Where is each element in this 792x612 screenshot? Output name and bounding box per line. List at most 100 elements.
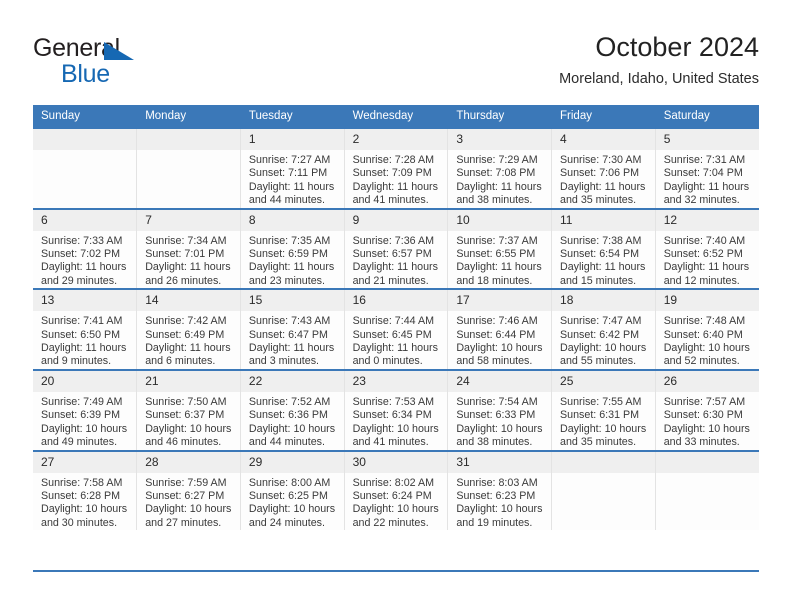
daylight-text: Daylight: 11 hours and 32 minutes. [663,180,750,207]
sunset-text: Sunset: 7:09 PM [352,167,432,180]
day-sun-info: Sunrise: 8:00 AM Sunset: 6:25 PM Daylight:… [241,473,344,531]
calendar-day-cell[interactable]: 18 Sunrise: 7:47 AM Sunset: 6:42 PM Dayligh… [551,288,656,370]
day-sun-info: Sunrise: 7:31 AM Sunset: 7:04 PM Daylight:… [656,150,759,208]
day-sun-info: Sunrise: 7:30 AM Sunset: 7:06 PM Daylight:… [552,150,655,208]
weekday-header-tuesday: Tuesday [240,105,345,128]
sunset-text: Sunset: 6:42 PM [560,328,640,341]
day-number: 28 [137,451,240,473]
calendar-day-cell[interactable]: 17 Sunrise: 7:46 AM Sunset: 6:44 PM Dayligh… [447,288,553,370]
calendar-day-cell[interactable]: 2 Sunrise: 7:28 AM Sunset: 7:09 PM Daylight… [344,127,449,209]
daylight-text: Daylight: 10 hours and 49 minutes. [41,422,128,449]
sunset-text: Sunset: 6:57 PM [352,248,432,261]
calendar-day-cell[interactable]: 8 Sunrise: 7:35 AM Sunset: 6:59 PM Daylight… [240,207,345,290]
sunset-text: Sunset: 6:40 PM [663,328,743,341]
day-sun-info: Sunrise: 7:43 AM Sunset: 6:47 PM Daylight:… [241,311,344,369]
day-sun-info: Sunrise: 7:48 AM Sunset: 6:40 PM Daylight:… [656,311,759,369]
calendar-day-cell[interactable]: 10 Sunrise: 7:37 AM Sunset: 6:55 PM Dayligh… [447,207,553,290]
calendar-day-cell[interactable]: 4 Sunrise: 7:30 AM Sunset: 7:06 PM Daylight… [551,127,656,209]
page-title: October 2024 [595,32,759,62]
sunrise-text: Sunrise: 8:00 AM [248,476,331,489]
sunset-text: Sunset: 6:33 PM [456,409,536,422]
page-header: General Blue October 2024 Moreland, Idah… [33,30,759,98]
calendar-day-cell[interactable]: 20 Sunrise: 7:49 AM Sunset: 6:39 PM Dayligh… [33,368,138,451]
calendar-day-cell[interactable]: 27 Sunrise: 7:58 AM Sunset: 6:28 PM Dayligh… [33,449,138,531]
day-number: 9 [344,209,448,231]
sunrise-text: Sunrise: 7:38 AM [560,234,642,247]
calendar-day-cell[interactable]: 5 Sunrise: 7:31 AM Sunset: 7:04 PM Daylight… [655,127,759,209]
day-number [33,129,137,150]
calendar-day-cell[interactable]: 28 Sunrise: 7:59 AM Sunset: 6:27 PM Dayligh… [136,449,241,531]
calendar-day-cell[interactable]: 23 Sunrise: 7:53 AM Sunset: 6:34 PM Dayligh… [344,368,449,451]
calendar-week-row: 6 Sunrise: 7:33 AM Sunset: 7:02 PM Daylight… [33,207,759,290]
calendar-day-cell[interactable]: 14 Sunrise: 7:42 AM Sunset: 6:49 PM Dayligh… [136,288,241,370]
calendar-day-cell[interactable]: 21 Sunrise: 7:50 AM Sunset: 6:37 PM Dayligh… [136,368,241,451]
calendar-day-cell[interactable]: 1 Sunrise: 7:27 AM Sunset: 7:11 PM Daylight… [240,127,345,209]
sunrise-text: Sunrise: 7:49 AM [41,395,123,408]
sunrise-text: Sunrise: 7:44 AM [352,315,434,328]
sunrise-text: Sunrise: 8:02 AM [352,476,434,489]
calendar-day-cell[interactable]: 16 Sunrise: 7:44 AM Sunset: 6:45 PM Dayligh… [344,288,449,370]
day-number: 19 [655,290,759,312]
sunset-text: Sunset: 7:01 PM [145,248,225,261]
general-blue-logo[interactable]: General Blue [33,34,233,94]
calendar-day-cell[interactable]: 22 Sunrise: 7:52 AM Sunset: 6:36 PM Dayligh… [240,368,345,451]
sunset-text: Sunset: 6:50 PM [41,328,121,341]
sunset-text: Sunset: 6:31 PM [560,409,640,422]
calendar-day-cell[interactable]: 12 Sunrise: 7:40 AM Sunset: 6:52 PM Dayligh… [655,207,759,290]
calendar-day-cell[interactable]: 19 Sunrise: 7:48 AM Sunset: 6:40 PM Dayligh… [655,288,759,370]
calendar-day-cell[interactable]: 26 Sunrise: 7:57 AM Sunset: 6:30 PM Dayligh… [655,368,759,451]
sunrise-text: Sunrise: 7:55 AM [560,395,642,408]
calendar-day-cell[interactable]: 30 Sunrise: 8:02 AM Sunset: 6:24 PM Dayligh… [344,449,449,531]
day-number: 26 [655,370,759,392]
sunset-text: Sunset: 6:49 PM [145,328,225,341]
calendar-day-cell[interactable]: 13 Sunrise: 7:41 AM Sunset: 6:50 PM Dayligh… [33,288,138,370]
day-sun-info: Sunrise: 7:35 AM Sunset: 6:59 PM Daylight:… [241,231,344,289]
calendar-day-cell[interactable]: 6 Sunrise: 7:33 AM Sunset: 7:02 PM Daylight… [33,207,138,290]
sunrise-text: Sunrise: 7:40 AM [663,234,746,247]
day-number: 29 [240,451,344,473]
calendar-day-cell[interactable]: 24 Sunrise: 7:54 AM Sunset: 6:33 PM Dayligh… [447,368,553,451]
day-sun-info: Sunrise: 7:33 AM Sunset: 7:02 PM Daylight:… [33,231,136,289]
calendar-cell-empty [136,127,241,209]
calendar-day-cell[interactable]: 15 Sunrise: 7:43 AM Sunset: 6:47 PM Dayligh… [240,288,345,370]
day-number: 18 [552,290,655,312]
calendar-day-cell[interactable]: 7 Sunrise: 7:34 AM Sunset: 7:01 PM Daylight… [136,207,241,290]
calendar-week-row: 1 Sunrise: 7:27 AM Sunset: 7:11 PM Daylight… [33,127,759,209]
calendar-day-cell[interactable]: 31 Sunrise: 8:03 AM Sunset: 6:23 PM Dayligh… [447,449,553,531]
calendar-day-cell[interactable]: 3 Sunrise: 7:29 AM Sunset: 7:08 PM Daylight… [447,127,553,209]
day-sun-info: Sunrise: 7:57 AM Sunset: 6:30 PM Daylight:… [656,392,759,450]
day-number: 21 [137,370,240,392]
sunrise-text: Sunrise: 7:47 AM [560,315,642,328]
day-sun-info: Sunrise: 7:49 AM Sunset: 6:39 PM Daylight:… [33,392,136,450]
calendar-bottom-rule [33,570,759,572]
calendar-day-cell[interactable]: 29 Sunrise: 8:00 AM Sunset: 6:25 PM Dayligh… [240,449,345,531]
day-number: 20 [33,370,137,392]
day-sun-info: Sunrise: 8:03 AM Sunset: 6:23 PM Daylight:… [448,473,551,531]
day-number: 10 [448,209,552,231]
sunrise-text: Sunrise: 7:33 AM [41,234,123,247]
calendar-day-cell[interactable]: 25 Sunrise: 7:55 AM Sunset: 6:31 PM Dayligh… [551,368,656,451]
calendar-day-cell[interactable]: 11 Sunrise: 7:38 AM Sunset: 6:54 PM Dayligh… [551,207,656,290]
sunrise-text: Sunrise: 7:29 AM [456,154,538,166]
location-subtitle: Moreland, Idaho, United States [559,71,759,87]
day-sun-info: Sunrise: 7:46 AM Sunset: 6:44 PM Daylight:… [448,311,551,369]
sunset-text: Sunset: 6:59 PM [248,248,328,261]
daylight-text: Daylight: 11 hours and 29 minutes. [41,261,127,287]
calendar-day-cell[interactable]: 9 Sunrise: 7:36 AM Sunset: 6:57 PM Daylight… [344,207,449,290]
sunset-text: Sunset: 7:06 PM [560,167,640,180]
day-number: 30 [344,451,448,473]
sunrise-text: Sunrise: 7:41 AM [41,315,123,328]
daylight-text: Daylight: 10 hours and 24 minutes. [248,503,336,529]
daylight-text: Daylight: 11 hours and 26 minutes. [145,261,231,287]
calendar-cell-empty [551,449,656,531]
day-sun-info: Sunrise: 7:27 AM Sunset: 7:11 PM Daylight:… [241,150,344,208]
daylight-text: Daylight: 10 hours and 55 minutes. [560,342,647,368]
sunset-text: Sunset: 6:55 PM [456,248,536,261]
sunrise-text: Sunrise: 7:57 AM [663,395,746,408]
sunrise-text: Sunrise: 7:27 AM [248,154,331,166]
day-sun-info: Sunrise: 7:53 AM Sunset: 6:34 PM Daylight:… [345,392,448,450]
sunrise-text: Sunrise: 7:37 AM [456,234,538,247]
day-number: 3 [448,129,552,150]
day-number: 15 [240,290,344,312]
day-sun-info: Sunrise: 7:41 AM Sunset: 6:50 PM Daylight:… [33,311,136,369]
